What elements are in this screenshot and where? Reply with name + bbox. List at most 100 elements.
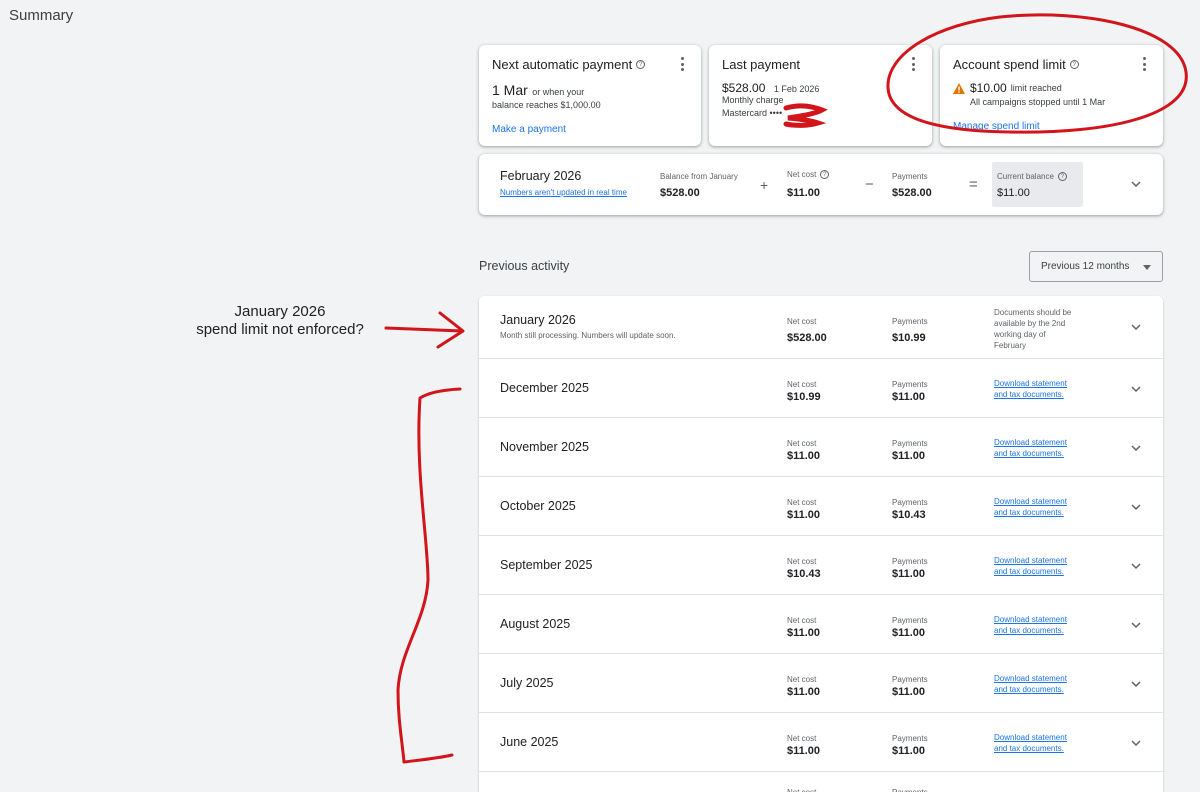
- net-cost-label: Net cost: [787, 380, 817, 389]
- net-cost-label: Net cost: [787, 498, 817, 507]
- table-row[interactable]: December 2025 Net cost $10.99 Payments $…: [479, 359, 1163, 418]
- net-cost-label: Net cost: [787, 557, 817, 566]
- net-cost-value: $528.00: [787, 332, 827, 344]
- row-processing-note: Month still processing. Numbers will upd…: [500, 331, 676, 340]
- table-row-january-2026[interactable]: January 2026 Month still processing. Num…: [479, 296, 1163, 359]
- annotation-bracket: [396, 387, 462, 764]
- last-payment-card-number: Mastercard ••••: [722, 108, 783, 118]
- download-documents-link[interactable]: Download statement and tax documents.: [994, 732, 1084, 754]
- previous-activity-title: Previous activity: [479, 259, 570, 273]
- download-documents-link[interactable]: Download statement and tax documents.: [994, 614, 1084, 636]
- net-cost-value: $11.00: [787, 627, 821, 639]
- payments-value: $11.00: [892, 745, 926, 757]
- download-documents-link[interactable]: Download statement and tax documents.: [994, 555, 1084, 577]
- spend-limit-status: limit reached: [1010, 83, 1062, 93]
- current-balance-box: Current balance ? $11.00: [992, 162, 1083, 207]
- chevron-down-icon[interactable]: [1131, 620, 1141, 630]
- last-payment-title: Last payment: [722, 57, 801, 72]
- last-payment-card: Last payment $528.00 1 Feb 2026 Monthly …: [709, 45, 932, 146]
- download-documents-link[interactable]: Download statement and tax documents.: [994, 378, 1084, 400]
- payments-value: $10.43: [892, 509, 926, 521]
- not-real-time-link[interactable]: Numbers aren't updated in real time: [500, 187, 627, 198]
- chevron-down-icon[interactable]: [1131, 322, 1141, 332]
- more-options-icon[interactable]: [908, 57, 918, 71]
- net-cost-label: Net cost: [787, 675, 817, 684]
- payments-value: $10.99: [892, 332, 926, 344]
- chevron-down-icon[interactable]: [1131, 502, 1141, 512]
- download-documents-link[interactable]: Download statement and tax documents.: [994, 673, 1084, 695]
- help-icon[interactable]: ?: [820, 170, 830, 179]
- current-balance-value: $11.00: [997, 187, 1030, 199]
- help-icon[interactable]: ?: [636, 60, 646, 69]
- equals-sign: =: [969, 176, 978, 193]
- period-filter-value: Previous 12 months: [1041, 261, 1130, 272]
- annotation-text: January 2026 spend limit not enforced?: [180, 303, 380, 339]
- documents-note: Documents should be available by the 2nd…: [994, 308, 1072, 350]
- net-cost-value: $11.00: [787, 509, 821, 521]
- last-payment-date: 1 Feb 2026: [773, 84, 820, 94]
- period-filter-dropdown[interactable]: Previous 12 months: [1029, 251, 1163, 282]
- payments-value: $528.00: [892, 187, 932, 199]
- payments-value: $11.00: [892, 568, 926, 580]
- chevron-down-icon[interactable]: [1131, 384, 1141, 394]
- table-row[interactable]: October 2025 Net cost $11.00 Payments $1…: [479, 477, 1163, 536]
- row-month: September 2025: [500, 558, 593, 572]
- net-cost-value: $11.00: [787, 187, 821, 199]
- payments-label: Payments: [892, 616, 928, 625]
- row-month: January 2026: [500, 313, 576, 327]
- chevron-down-icon[interactable]: [1131, 443, 1141, 453]
- next-payment-card: Next automatic payment ? 1 Mar or when y…: [479, 45, 701, 146]
- payments-label: Payments: [892, 317, 928, 326]
- plus-sign: +: [760, 177, 769, 193]
- net-cost-value: $10.43: [787, 568, 821, 580]
- payments-value: $11.00: [892, 450, 926, 462]
- more-options-icon[interactable]: [677, 57, 687, 71]
- payments-label: Payments: [892, 172, 928, 181]
- current-month: February 2026: [500, 169, 582, 183]
- next-payment-title: Next automatic payment ?: [492, 57, 646, 72]
- manage-spend-limit-link[interactable]: Manage spend limit: [953, 121, 1040, 132]
- net-cost-label: Net cost: [787, 616, 817, 625]
- payments-value: $11.00: [892, 627, 926, 639]
- payments-label: Payments: [892, 439, 928, 448]
- net-cost-value: $11.00: [787, 450, 821, 462]
- balance-from-january-label: Balance from January: [660, 172, 738, 181]
- net-cost-label: Net cost: [787, 439, 817, 448]
- payments-value: $11.00: [892, 391, 926, 403]
- download-documents-link[interactable]: Download statement and tax documents.: [994, 437, 1084, 459]
- help-icon[interactable]: ?: [1069, 60, 1079, 69]
- table-row[interactable]: September 2025 Net cost $10.43 Payments …: [479, 536, 1163, 595]
- chevron-down-icon[interactable]: [1131, 679, 1141, 689]
- table-row[interactable]: July 2025 Net cost $11.00 Payments $11.0…: [479, 654, 1163, 713]
- row-month: July 2025: [500, 676, 554, 690]
- table-row[interactable]: June 2025 Net cost $11.00 Payments $11.0…: [479, 713, 1163, 772]
- more-options-icon[interactable]: [1139, 57, 1149, 71]
- spend-limit-card: Account spend limit ? $10.00 limit reach…: [940, 45, 1163, 146]
- payments-label: Payments: [892, 557, 928, 566]
- net-cost-value: $10.99: [787, 391, 821, 403]
- payments-label: Payments: [892, 734, 928, 743]
- row-month: October 2025: [500, 499, 576, 513]
- spend-limit-status-line: $10.00 limit reached: [953, 81, 1062, 95]
- last-payment-amount: $528.00: [722, 81, 766, 95]
- make-payment-link[interactable]: Make a payment: [492, 124, 566, 135]
- chevron-down-icon[interactable]: [1131, 179, 1141, 189]
- next-payment-line1: or when your: [532, 87, 585, 97]
- table-row[interactable]: August 2025 Net cost $11.00 Payments $11…: [479, 595, 1163, 654]
- row-month: June 2025: [500, 735, 559, 749]
- balance-from-january-value: $528.00: [660, 187, 700, 199]
- current-period-card: February 2026 Numbers aren't updated in …: [479, 154, 1163, 215]
- minus-sign: −: [865, 176, 874, 193]
- table-row[interactable]: November 2025 Net cost $11.00 Payments $…: [479, 418, 1163, 477]
- warning-icon: [953, 82, 965, 94]
- spend-limit-amount: $10.00: [970, 81, 1007, 95]
- table-row-partial[interactable]: Net cost Payments: [479, 772, 1163, 792]
- dropdown-arrow-icon: [1143, 265, 1151, 270]
- annotation-arrow: [384, 311, 465, 349]
- help-icon[interactable]: ?: [1057, 172, 1067, 181]
- chevron-down-icon[interactable]: [1131, 561, 1141, 571]
- net-cost-label: Net cost ?: [787, 170, 830, 179]
- download-documents-link[interactable]: Download statement and tax documents.: [994, 496, 1084, 518]
- annotation-line1: January 2026: [234, 303, 326, 320]
- chevron-down-icon[interactable]: [1131, 738, 1141, 748]
